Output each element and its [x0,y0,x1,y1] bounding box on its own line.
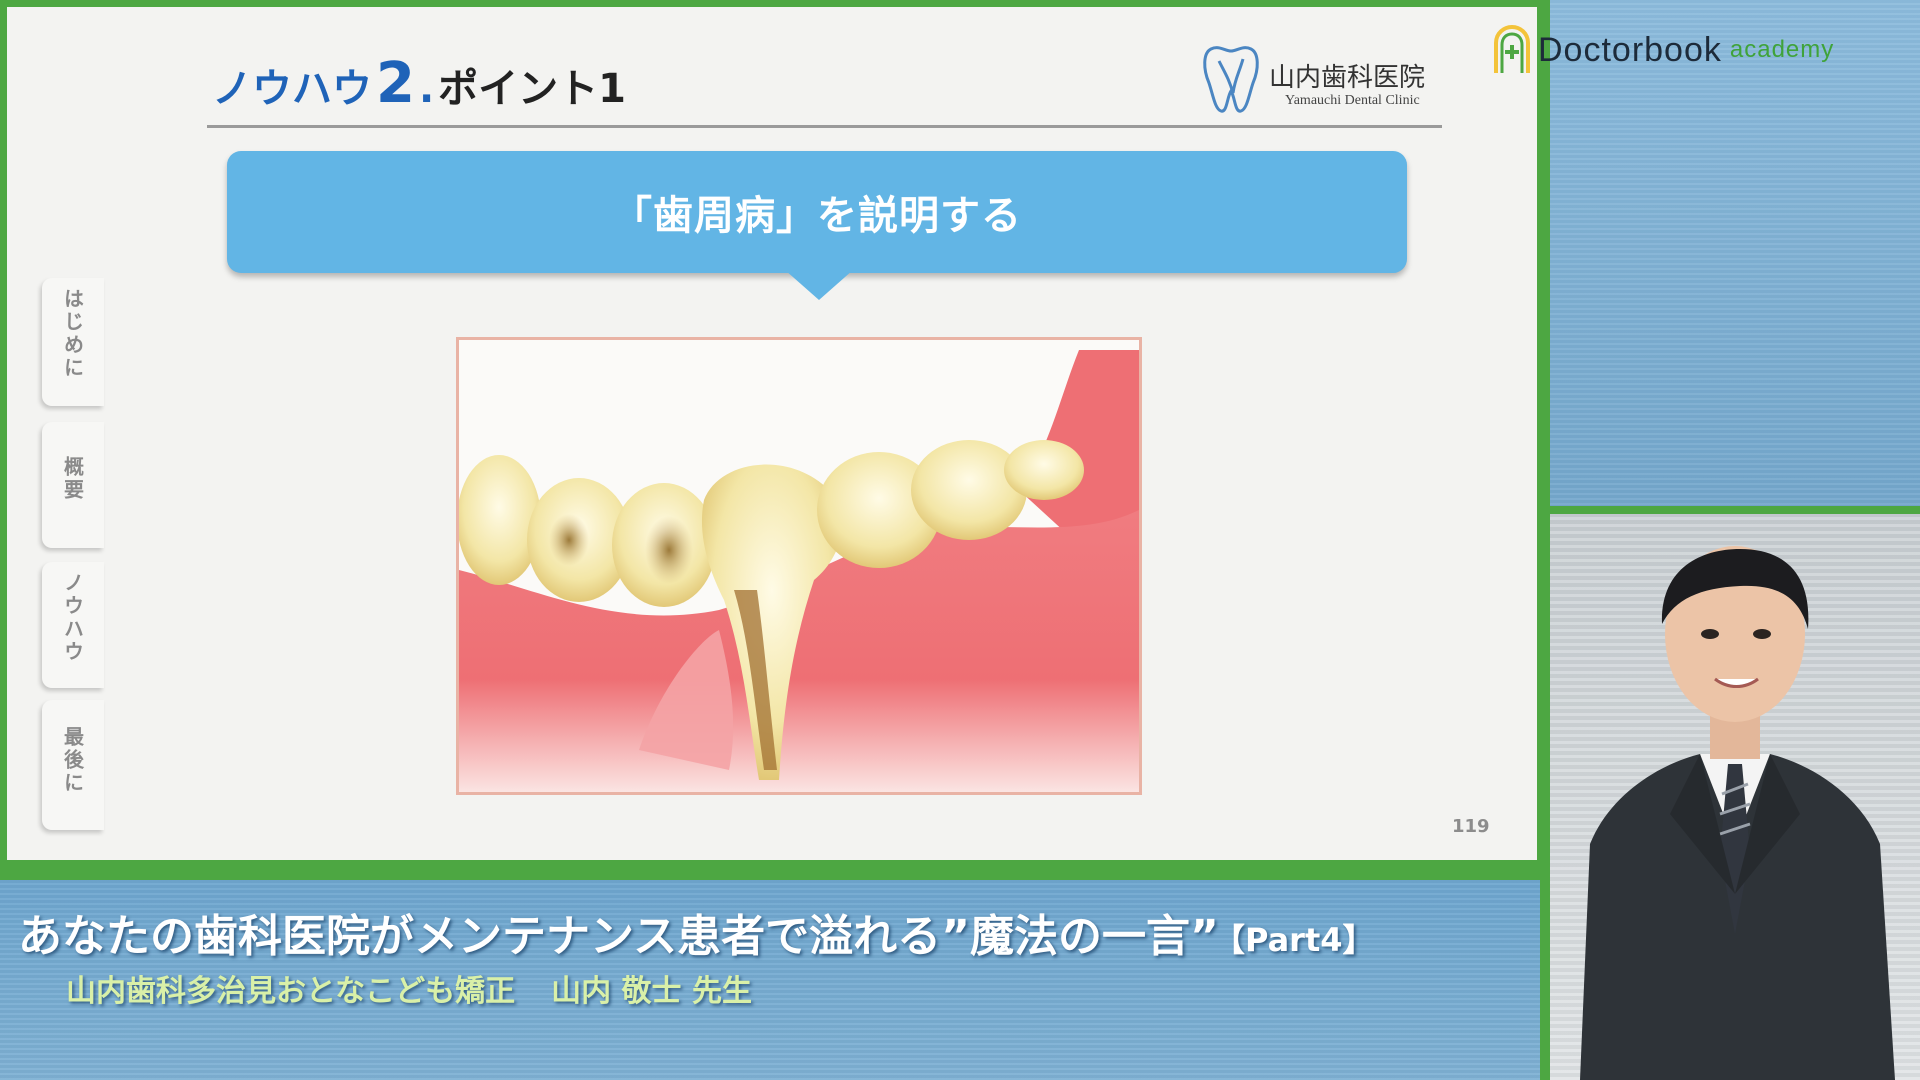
callout-bubble: 「歯周病」を説明する [227,151,1407,273]
callout-text: 「歯周病」を説明する [612,193,1022,239]
tooth-logo-icon [1203,46,1259,113]
teeth-gum-drawing [459,340,1139,792]
clinic-name-jp: 山内歯科医院 [1269,63,1426,93]
clinic-logo: 山内歯科医院 Yamauchi Dental Clinic [1199,43,1449,119]
side-tab-hajimeni[interactable]: はじめに [42,278,104,406]
brand-word: Doctorbook [1538,30,1722,69]
side-tab-label: はじめに [60,288,85,380]
slide-heading: ノウハウ 2 . ポイント1 [212,51,627,116]
presenter-org: 山内歯科多治見おとなこども矯正 [66,974,516,1009]
lecture-part: 【Part4】 [1228,921,1375,959]
lecture-title-text: あなたの歯科医院がメンテナンス患者で溢れる”魔法の一言” [18,911,1219,962]
presenter-video [1550,514,1920,1080]
heading-main: ノウハウ [212,66,372,112]
caption-band: あなたの歯科医院がメンテナンス患者で溢れる”魔法の一言” 【Part4】 山内歯科… [0,874,1540,1080]
heading-dot: . [418,66,435,112]
side-tab-label: 最後に [60,726,85,795]
clinic-name-en: Yamauchi Dental Clinic [1285,93,1420,108]
side-tab-label: ノウハウ [60,572,85,664]
presenter-figure [1580,546,1895,1080]
side-tab-nouhau[interactable]: ノウハウ [42,562,104,688]
periodontal-illustration [456,337,1142,795]
callout-pointer [785,270,853,300]
doctorbook-logo: Doctorbook academy [1492,22,1834,78]
lecture-title: あなたの歯科医院がメンテナンス患者で溢れる”魔法の一言” 【Part4】 [18,900,1375,964]
page-number: 119 [1452,816,1490,837]
lecture-presenter: 山内歯科多治見おとなこども矯正 山内 敬士 先生 [66,966,752,1010]
caption-divider [0,874,1540,880]
heading-divider [207,125,1442,128]
doctorbook-house-icon [1494,25,1530,73]
brand-sub: academy [1729,36,1835,63]
heading-number: 2 [376,51,415,116]
side-tab-saigoni[interactable]: 最後に [42,700,104,830]
side-tab-gaiyou[interactable]: 概要 [42,422,104,548]
presenter-name: 山内 敬士 先生 [551,974,752,1009]
side-tab-label: 概要 [60,456,85,502]
heading-sub: ポイント1 [438,66,627,112]
